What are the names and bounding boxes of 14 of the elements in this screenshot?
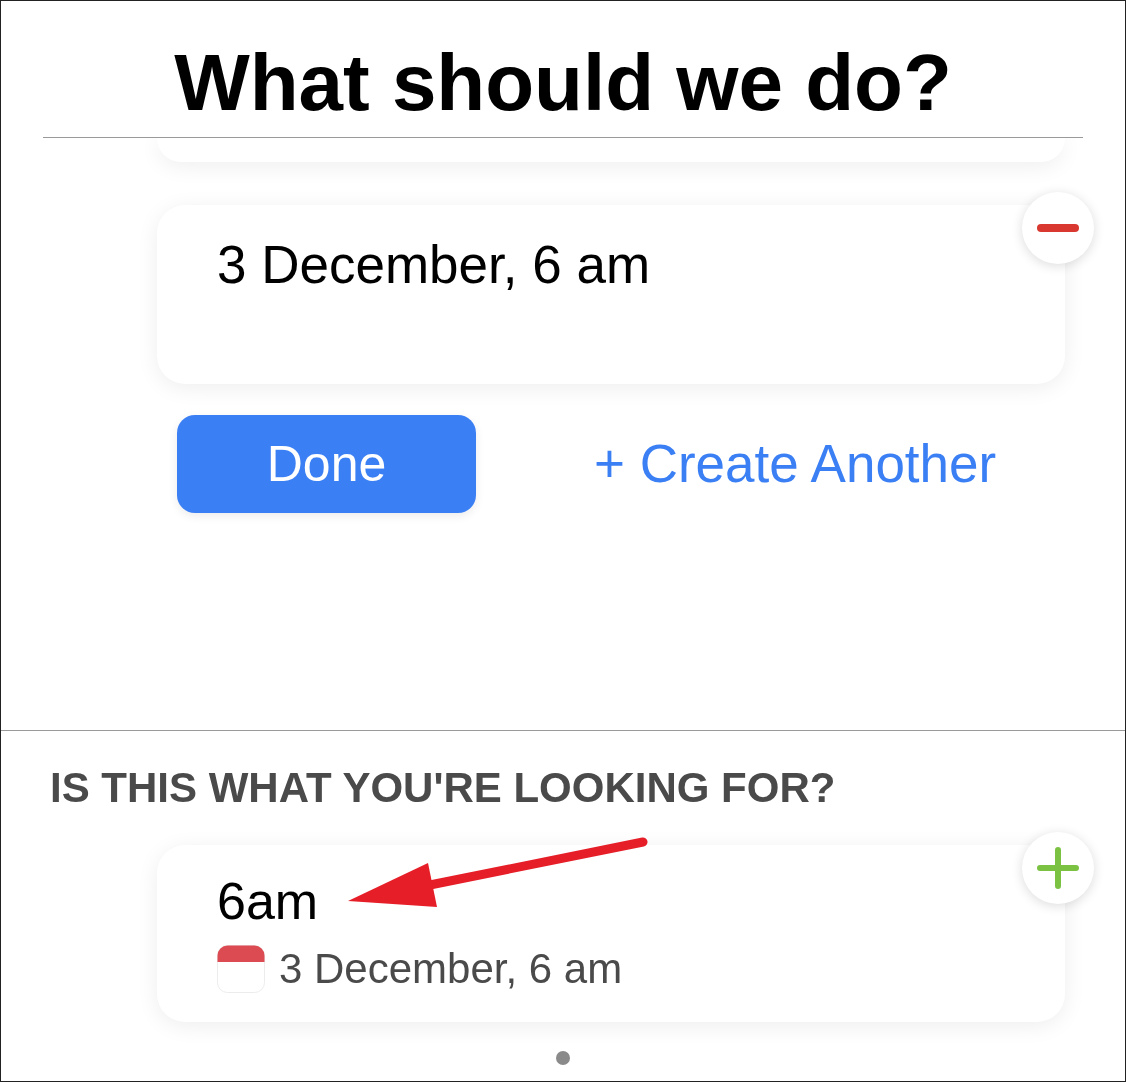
screen-title: What should we do?: [174, 43, 952, 123]
page-indicator-dot[interactable]: [556, 1051, 570, 1065]
event-date-text: 3 December, 6 am: [217, 235, 651, 295]
minus-icon: [1037, 224, 1079, 232]
section-heading: IS THIS WHAT YOU'RE LOOKING FOR?: [50, 763, 836, 813]
suggestion-card[interactable]: 6am 3 December, 6 am: [157, 845, 1065, 1022]
create-another-link[interactable]: + Create Another: [594, 434, 997, 494]
add-button[interactable]: [1022, 832, 1094, 904]
suggestion-title: 6am: [217, 871, 319, 931]
done-button[interactable]: Done: [177, 415, 476, 513]
remove-button[interactable]: [1022, 192, 1094, 264]
calendar-icon: [217, 945, 265, 993]
suggestion-date: 3 December, 6 am: [279, 945, 623, 993]
plus-icon: [1037, 847, 1079, 889]
